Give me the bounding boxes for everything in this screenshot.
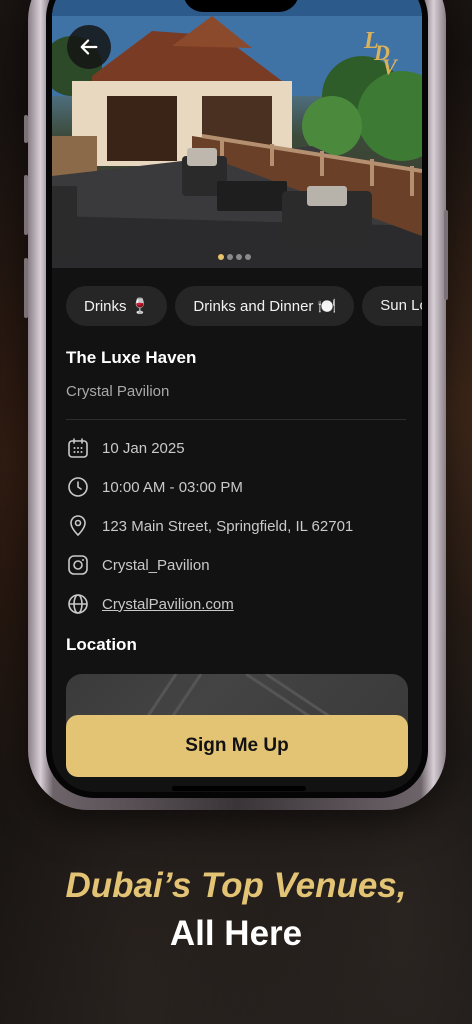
divider xyxy=(66,419,406,420)
address-row: 123 Main Street, Springfield, IL 62701 xyxy=(66,514,353,538)
arrow-left-icon xyxy=(80,39,98,55)
clock-icon xyxy=(68,477,88,497)
website-link[interactable]: CrystalPavilion.com xyxy=(102,596,234,613)
chip-drinks-and-dinner[interactable]: Drinks and Dinner 🍽️ xyxy=(175,286,355,326)
event-date: 10 Jan 2025 xyxy=(102,439,185,457)
venue-subtitle: Crystal Pavilion xyxy=(66,383,170,400)
website-row[interactable]: CrystalPavilion.com xyxy=(66,592,234,616)
carousel-dot[interactable] xyxy=(236,254,242,260)
venue-title: The Luxe Haven xyxy=(66,348,197,367)
phone-volume-down xyxy=(24,258,28,318)
calendar-icon xyxy=(68,438,88,458)
phone-volume-up xyxy=(24,175,28,235)
date-row: 10 Jan 2025 xyxy=(66,436,185,460)
venue-address: 123 Main Street, Springfield, IL 62701 xyxy=(102,517,354,535)
phone-side-button xyxy=(24,115,28,143)
back-button[interactable] xyxy=(67,25,111,69)
instagram-icon xyxy=(68,555,88,575)
home-indicator xyxy=(172,786,306,791)
time-row: 10:00 AM - 03:00 PM xyxy=(66,475,243,499)
phone-power-button xyxy=(444,210,448,300)
location-heading: Location xyxy=(66,635,137,654)
carousel-dot[interactable] xyxy=(245,254,251,260)
dynamic-island xyxy=(183,0,299,12)
chip-drinks[interactable]: Drinks 🍷 xyxy=(66,286,168,326)
venue-hero-image[interactable]: L D V xyxy=(52,0,422,268)
sign-me-up-button[interactable]: Sign Me Up xyxy=(66,715,408,777)
brand-logo: L D V xyxy=(362,26,402,85)
carousel-dot[interactable] xyxy=(218,254,224,260)
instagram-handle[interactable]: Crystal_Pavilion xyxy=(102,557,210,574)
event-time: 10:00 AM - 03:00 PM xyxy=(102,478,243,496)
app-screen: L D V Drinks 🍷 Drinks and Dinner 🍽️ Sun … xyxy=(46,0,428,798)
tagline-line2: All Here xyxy=(169,914,303,953)
carousel-dot[interactable] xyxy=(227,254,233,260)
globe-icon xyxy=(68,594,88,614)
carousel-indicator xyxy=(218,254,251,260)
category-chips: Drinks 🍷 Drinks and Dinner 🍽️ Sun Lo xyxy=(66,286,422,326)
tagline-line1: Dubai’s Top Venues, xyxy=(65,866,407,905)
svg-text:V: V xyxy=(382,54,399,78)
instagram-row[interactable]: Crystal_Pavilion xyxy=(66,553,210,577)
location-pin-icon xyxy=(70,515,86,537)
chip-sun-lounge[interactable]: Sun Lo xyxy=(362,286,422,326)
